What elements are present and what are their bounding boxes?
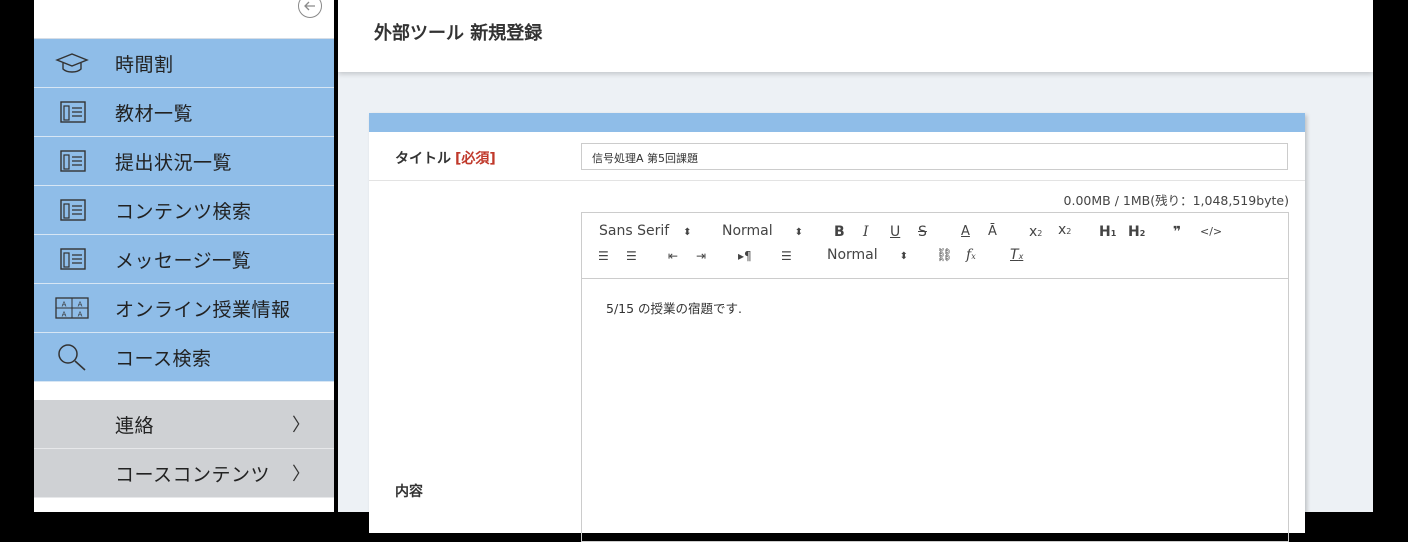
superscript-icon[interactable]: x2 — [1058, 222, 1071, 238]
svg-text:A: A — [78, 301, 83, 309]
sidebar: 時間割 教材一覧 提出状況一覧 コンテンツ検索 メッセージ一覧 AAAA オンラ… — [34, 0, 334, 512]
title-input[interactable]: 信号処理A 第5回課題 — [581, 143, 1288, 170]
blockquote-icon[interactable]: ❞ — [1173, 224, 1181, 240]
sidebar-item-label: 提出状況一覧 — [115, 151, 233, 174]
sidebar-item-content-search[interactable]: コンテンツ検索 — [34, 186, 334, 235]
sidebar-item-online-class[interactable]: AAAA オンライン授業情報 — [34, 284, 334, 333]
document-list-icon — [54, 100, 90, 124]
sidebar-section-label: コースコンテンツ — [115, 463, 271, 486]
subscript-icon[interactable]: x2 — [1029, 224, 1042, 240]
online-class-icon: AAAA — [54, 296, 90, 320]
page-header: 外部ツール 新規登録 — [338, 0, 1373, 72]
size-info: 0.00MB / 1MB(残り：1,048,519byte) — [1063, 193, 1289, 208]
formula-icon[interactable]: fx — [966, 247, 976, 263]
editor-content[interactable]: 5/15 の授業の宿題です. — [606, 298, 742, 317]
document-list-icon — [54, 198, 90, 222]
chevron-right-icon: 〉 — [292, 415, 310, 436]
text-color-icon[interactable]: A — [961, 224, 970, 239]
sidebar-section-label: 連絡 — [115, 414, 155, 437]
window-edge — [1373, 0, 1408, 512]
rich-text-editor: Sans Serif ⬍ Normal ⬍ B I U S A Ā x2 x2 H1… — [581, 212, 1289, 542]
bullet-list-icon[interactable]: ☰ — [626, 249, 637, 263]
document-list-icon — [54, 247, 90, 271]
code-icon[interactable]: </> — [1200, 225, 1222, 238]
required-badge: [必須] — [455, 151, 496, 167]
strike-icon[interactable]: S — [918, 224, 927, 240]
svg-text:A: A — [78, 311, 83, 319]
sidebar-item-course-search[interactable]: コース検索 — [34, 333, 334, 382]
clear-format-icon[interactable]: Tx — [1010, 247, 1023, 263]
title-label: タイトル [必須] — [395, 148, 496, 168]
header2-icon[interactable]: H2 — [1128, 224, 1145, 240]
font-select[interactable]: Sans Serif ⬍ — [599, 223, 692, 239]
sidebar-item-label: 時間割 — [115, 53, 174, 76]
title-label-text: タイトル — [395, 151, 451, 167]
select-arrow-icon: ⬍ — [899, 251, 909, 262]
form-card: タイトル [必須] 信号処理A 第5回課題 0.00MB / 1MB(残り：1,0… — [369, 113, 1305, 542]
document-list-icon — [54, 149, 90, 173]
svg-text:A: A — [62, 301, 67, 309]
size-select-value: Normal — [722, 223, 773, 239]
main-area: 外部ツール 新規登録 タイトル [必須] 信号処理A 第5回課題 0.00MB /… — [338, 0, 1373, 542]
chevron-right-icon: 〉 — [292, 464, 310, 485]
text-direction-icon[interactable]: ▸¶ — [738, 249, 752, 263]
header-select[interactable]: Normal ⬍ — [827, 247, 908, 263]
sidebar-item-materials[interactable]: 教材一覧 — [34, 88, 334, 137]
sidebar-item-label: メッセージ一覧 — [115, 249, 252, 272]
sidebar-item-messages[interactable]: メッセージ一覧 — [34, 235, 334, 284]
bold-icon[interactable]: B — [834, 224, 845, 240]
sidebar-item-label: 教材一覧 — [115, 102, 194, 125]
sidebar-section-course-contents[interactable]: コースコンテンツ 〉 — [34, 449, 334, 498]
indent-icon[interactable]: ⇥ — [696, 249, 706, 263]
collapse-sidebar-button[interactable] — [298, 0, 322, 18]
graduation-cap-icon — [54, 51, 90, 75]
sidebar-item-timetable[interactable]: 時間割 — [34, 39, 334, 88]
background-color-icon[interactable]: Ā — [988, 224, 997, 239]
card-header-bar — [369, 113, 1305, 132]
arrow-left-icon — [304, 1, 315, 11]
search-icon — [54, 344, 90, 371]
italic-icon[interactable]: I — [863, 224, 869, 240]
font-select-value: Sans Serif — [599, 223, 670, 239]
sidebar-item-label: オンライン授業情報 — [115, 298, 291, 321]
size-select[interactable]: Normal ⬍ — [722, 223, 803, 239]
sidebar-collapse-row — [34, 0, 334, 39]
sidebar-item-label: コース検索 — [115, 347, 212, 370]
page-title: 外部ツール 新規登録 — [374, 23, 543, 44]
select-arrow-icon: ⬍ — [683, 227, 692, 238]
link-icon[interactable]: ⛓ — [936, 248, 953, 263]
header1-icon[interactable]: H1 — [1099, 224, 1116, 240]
align-icon[interactable]: ☰ — [781, 249, 792, 263]
select-arrow-icon: ⬍ — [794, 227, 804, 238]
outdent-icon[interactable]: ⇤ — [668, 249, 678, 263]
content-label: 内容 — [395, 484, 423, 500]
sidebar-item-label: コンテンツ検索 — [115, 200, 252, 223]
svg-text:A: A — [62, 311, 67, 319]
header-select-value: Normal — [827, 247, 878, 263]
sidebar-item-submissions[interactable]: 提出状況一覧 — [34, 137, 334, 186]
title-row: タイトル [必須] 信号処理A 第5回課題 — [369, 132, 1305, 181]
ordered-list-icon[interactable]: ☰ — [598, 249, 609, 263]
sidebar-section-contact[interactable]: 連絡 〉 — [34, 400, 334, 449]
underline-icon[interactable]: U — [890, 224, 900, 240]
sidebar-spacer — [34, 382, 334, 400]
editor-toolbar: Sans Serif ⬍ Normal ⬍ B I U S A Ā x2 x2 H1… — [582, 213, 1288, 279]
